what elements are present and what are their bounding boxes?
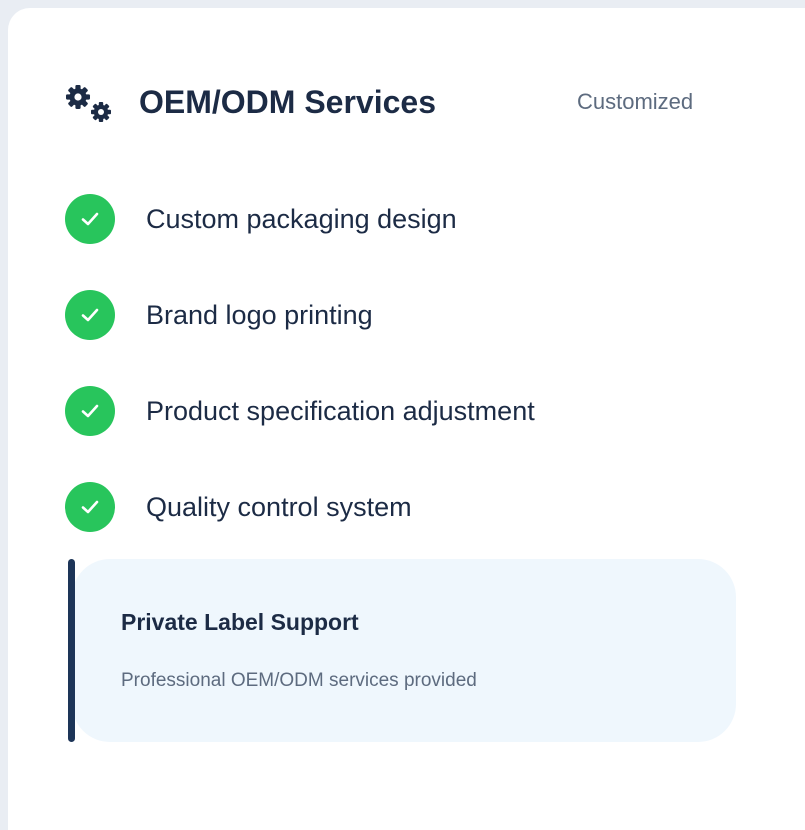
feature-item: Custom packaging design — [65, 194, 685, 244]
callout-accent-bar — [68, 559, 75, 742]
feature-label: Quality control system — [146, 492, 412, 522]
callout-title: Private Label Support — [121, 609, 359, 635]
feature-label: Product specification adjustment — [146, 396, 535, 426]
feature-item: Product specification adjustment — [65, 386, 685, 436]
card-title: OEM/ODM Services — [139, 84, 436, 120]
callout-description: Professional OEM/ODM services provided — [121, 670, 477, 691]
feature-label: Brand logo printing — [146, 300, 373, 330]
feature-label: Custom packaging design — [146, 204, 457, 234]
card-header: OEM/ODM Services Customized — [8, 8, 805, 198]
check-circle-icon — [65, 194, 115, 244]
customized-badge: Customized — [577, 89, 694, 114]
oem-odm-services-card: OEM/ODM Services Customized Custom packa… — [8, 8, 805, 830]
callout-body: Private Label Support Professional OEM/O… — [72, 559, 736, 742]
feature-item: Brand logo printing — [65, 290, 685, 340]
check-circle-icon — [65, 290, 115, 340]
gears-icon — [65, 84, 117, 124]
private-label-callout: Private Label Support Professional OEM/O… — [68, 559, 736, 742]
feature-item: Quality control system — [65, 482, 685, 532]
check-circle-icon — [65, 482, 115, 532]
check-circle-icon — [65, 386, 115, 436]
